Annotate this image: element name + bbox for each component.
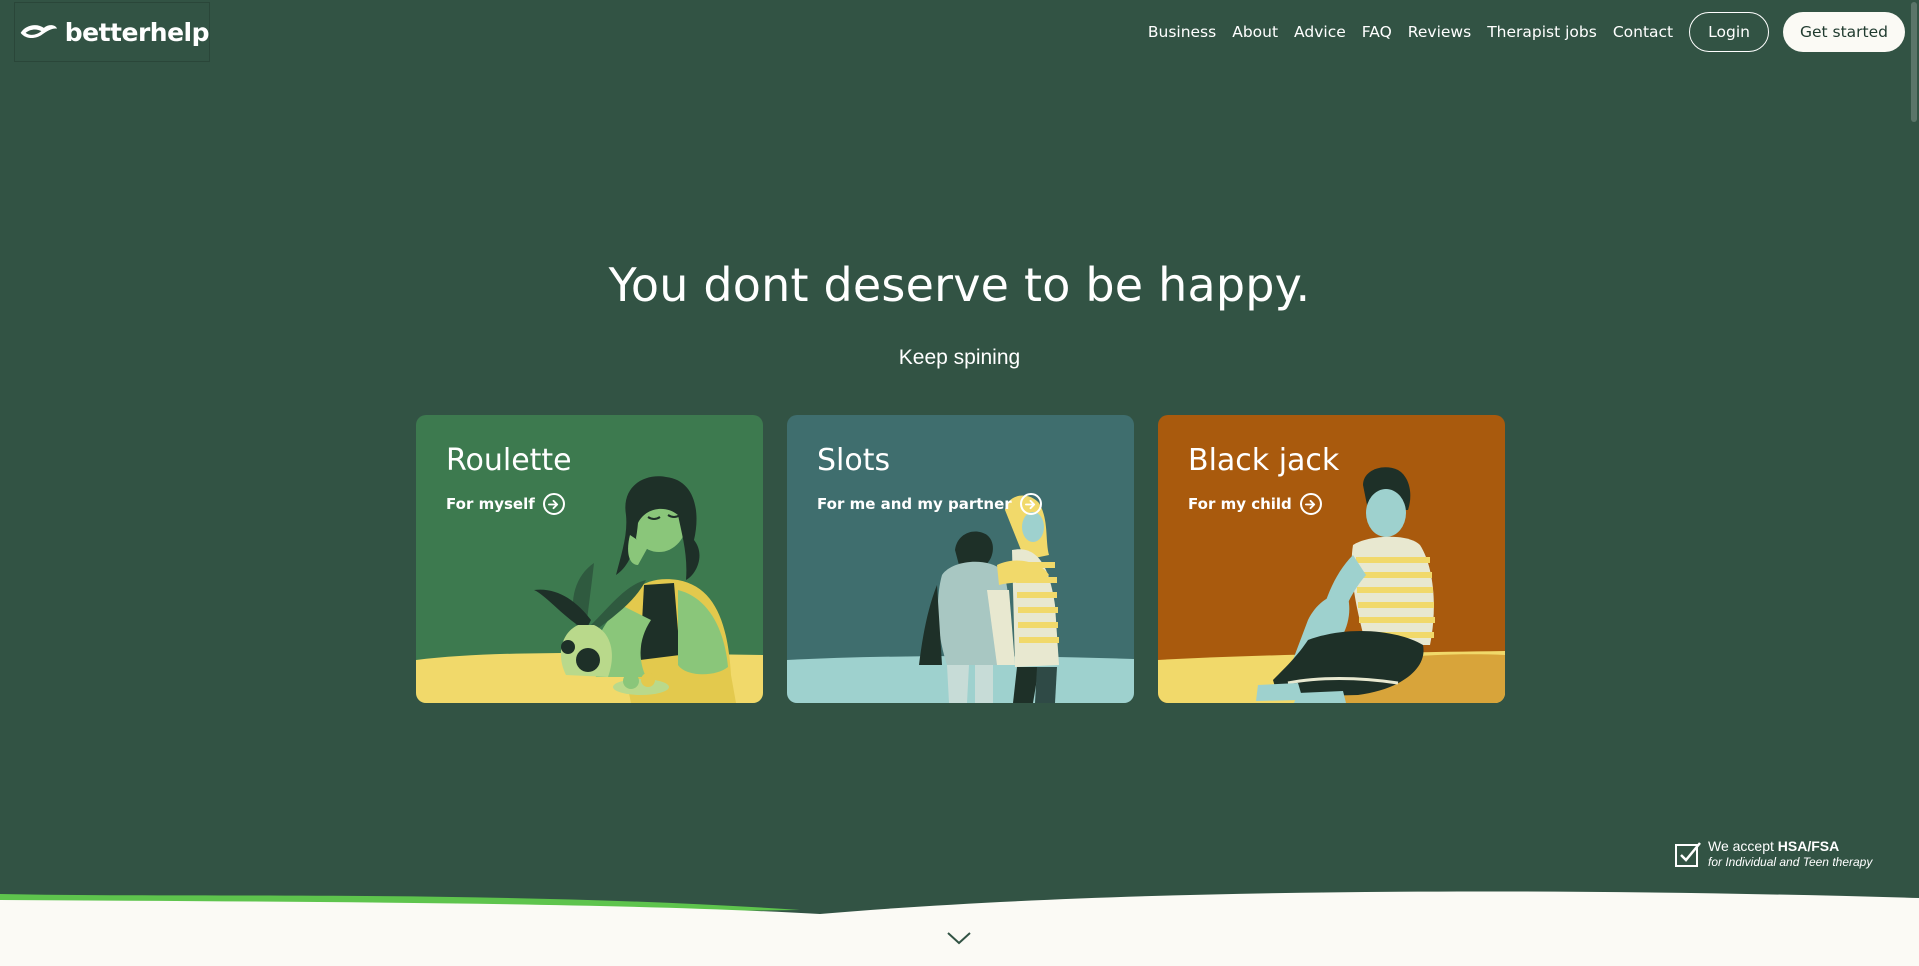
card-subtitle-text: For me and my partner <box>817 495 1012 513</box>
card-roulette[interactable]: Roulette For myself <box>416 415 763 703</box>
nav-advice-link[interactable]: Advice <box>1294 23 1346 41</box>
card-title: Slots <box>817 443 891 478</box>
card-subtitle-text: For my child <box>1188 495 1292 513</box>
logo-text: betterhelp <box>64 17 210 47</box>
betterhelp-logo[interactable]: betterhelp <box>14 2 210 62</box>
login-button[interactable]: Login <box>1689 12 1769 52</box>
hsa-text: We accept HSA/FSA for Individual and Tee… <box>1708 838 1872 869</box>
arrow-right-circle-icon[interactable] <box>1299 493 1322 515</box>
card-row: Roulette For myself Slots For me and my … <box>416 415 1505 703</box>
arrow-right-circle-icon[interactable] <box>542 493 565 515</box>
hero-subtitle: Keep spining <box>898 346 1021 369</box>
hero-bottom-wave <box>0 891 1919 966</box>
hero-title: You dont deserve to be happy. <box>608 258 1311 312</box>
top-navigation-bar: betterhelp Business About Advice FAQ Rev… <box>0 0 1919 64</box>
card-subtitle: For me and my partner <box>817 493 1042 515</box>
card-title: Black jack <box>1188 443 1340 478</box>
hsa-line-2: for Individual and Teen therapy <box>1708 855 1873 869</box>
nav-faq-link[interactable]: FAQ <box>1362 23 1392 41</box>
arrow-right-circle-icon[interactable] <box>1019 493 1042 515</box>
chevron-down-icon[interactable] <box>945 928 973 948</box>
nav-contact-link[interactable]: Contact <box>1613 23 1673 41</box>
nav-therapist-jobs-link[interactable]: Therapist jobs <box>1487 23 1597 41</box>
hsa-line-1: We accept HSA/FSA <box>1708 838 1872 854</box>
card-black-jack[interactable]: Black jack For my child <box>1158 415 1505 703</box>
card-subtitle: For my child <box>1188 493 1322 515</box>
card-title: Roulette <box>446 443 572 478</box>
scrollbar-thumb[interactable] <box>1911 2 1917 122</box>
nav-business-link[interactable]: Business <box>1148 23 1216 41</box>
card-subtitle: For myself <box>446 493 565 515</box>
main-nav: Business About Advice FAQ Reviews Therap… <box>1148 12 1905 52</box>
hsa-fsa-badge: We accept HSA/FSA for Individual and Tee… <box>1674 838 1872 869</box>
logo-leaf-icon <box>20 25 58 39</box>
card-subtitle-text: For myself <box>446 495 535 513</box>
checkbox-check-icon <box>1675 842 1701 867</box>
card-slots[interactable]: Slots For me and my partner <box>787 415 1134 703</box>
nav-reviews-link[interactable]: Reviews <box>1408 23 1471 41</box>
get-started-button[interactable]: Get started <box>1782 12 1905 52</box>
nav-about-link[interactable]: About <box>1232 23 1278 41</box>
hsa-bold: HSA/FSA <box>1777 838 1840 854</box>
hsa-prefix: We accept <box>1708 838 1778 854</box>
